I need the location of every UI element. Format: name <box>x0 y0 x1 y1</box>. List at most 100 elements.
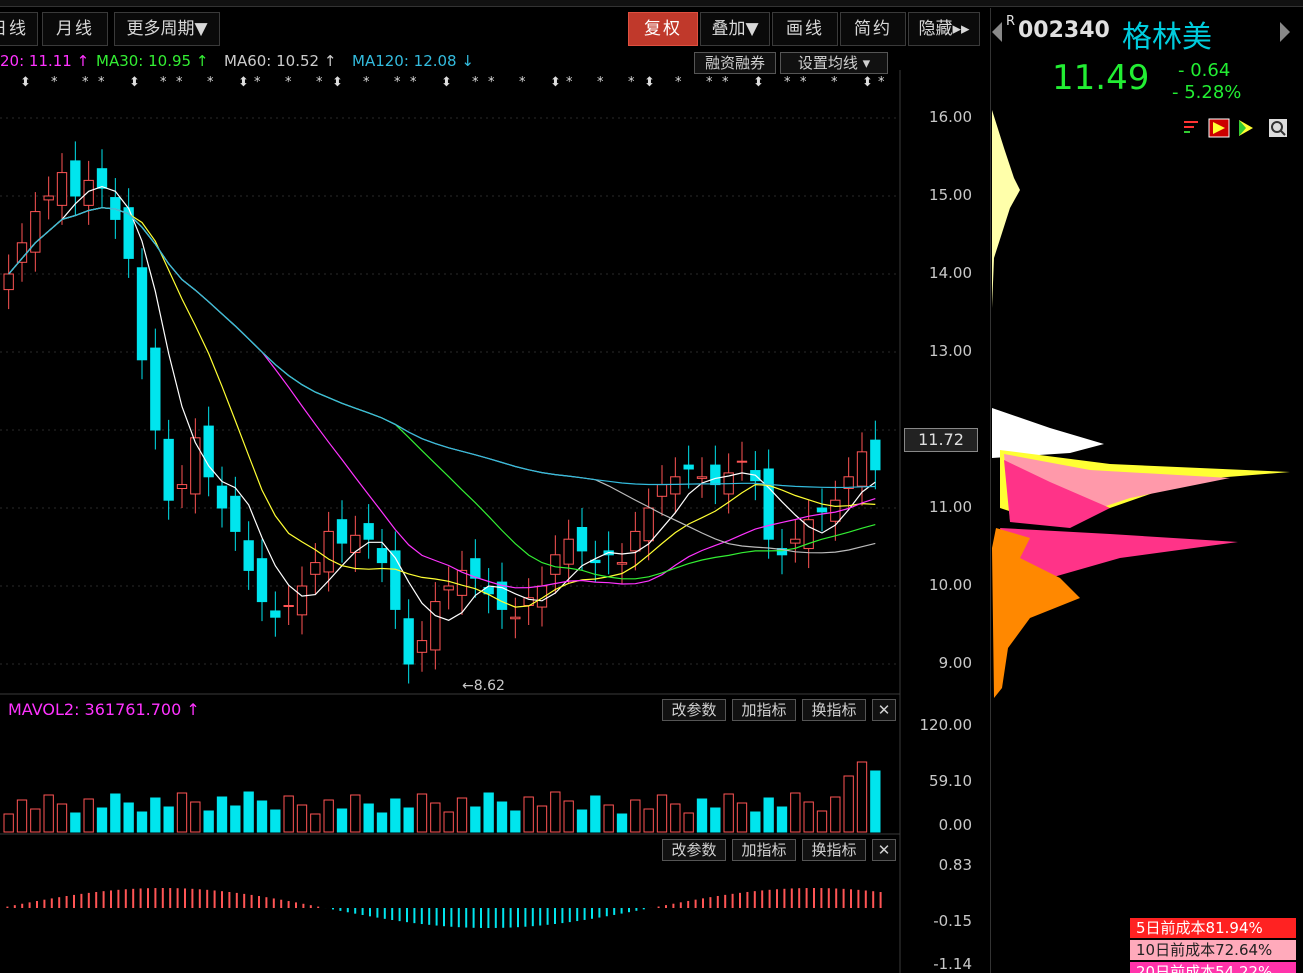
signal-mark: * <box>410 75 417 90</box>
next-stock-icon[interactable] <box>1280 22 1290 42</box>
signal-mark: * <box>800 75 807 90</box>
stock-code: 002340 <box>1018 18 1110 43</box>
candle-body <box>3 273 14 291</box>
candle-body <box>176 484 188 490</box>
signal-mark: ⬍ <box>238 75 249 90</box>
signal-mark: * <box>316 75 323 90</box>
candle-body <box>56 172 68 206</box>
price-tick-label: 11.00 <box>929 498 972 516</box>
candle-body <box>43 195 54 201</box>
signal-mark: * <box>784 75 791 90</box>
candle-body <box>710 464 721 486</box>
restore-rights-button[interactable]: 复权 <box>628 12 698 46</box>
volume-bar <box>590 795 601 833</box>
candle-body <box>696 476 708 479</box>
signal-mark: ⬍ <box>441 75 452 90</box>
price-tick-label: 16.00 <box>929 108 972 126</box>
hide-panel-button[interactable]: 隐藏▸▸ <box>908 12 980 46</box>
volume-bar <box>616 813 628 833</box>
volume-bar <box>216 796 228 833</box>
volume-bar <box>96 807 108 833</box>
macd-tick: -0.15 <box>933 912 972 930</box>
candle-body <box>96 168 108 189</box>
volume-bar <box>830 796 841 833</box>
candle-body <box>363 523 374 540</box>
signal-mark: * <box>363 75 370 90</box>
volume-bar <box>870 770 881 833</box>
draw-line-button[interactable]: 画线 <box>772 12 838 46</box>
volume-bar <box>323 799 334 833</box>
signal-marks-row: ⬍ * * * ⬍ * * * ⬍ * * * ⬍ * * * ⬍ * * * ⬍ * * * ⬍ * * * ⬍ * * * ⬍ * <box>20 75 885 90</box>
vol-params-button[interactable]: 改参数 <box>662 699 726 721</box>
volume-bar <box>643 808 654 833</box>
candle-body <box>336 519 348 544</box>
price-tick-label: 15.00 <box>929 186 972 204</box>
vol-close-button[interactable]: ✕ <box>872 699 896 721</box>
volume-bar <box>136 811 148 833</box>
price-tick-label: 13.00 <box>929 342 972 360</box>
low-price-label: ←8.62 <box>462 678 505 694</box>
signal-mark: ⬍ <box>20 75 31 90</box>
more-periods-dropdown[interactable]: 更多周期▼ <box>114 12 220 46</box>
day-line-button[interactable]: 日线 <box>0 12 38 46</box>
prev-stock-icon[interactable] <box>992 22 1002 42</box>
month-line-button[interactable]: 月线 <box>42 12 108 46</box>
volume-bar <box>576 809 588 833</box>
rights-flag: R <box>1006 14 1016 29</box>
candlestick-chart[interactable]: ⬍ * * * ⬍ * * * ⬍ * * * ⬍ * * * ⬍ * * * ⬍ * * * ⬍ * * * ⬍ * * * ⬍ * <box>0 70 990 973</box>
volume-bar <box>163 806 174 833</box>
overlay-dropdown[interactable]: 叠加▼ <box>700 12 770 46</box>
candle-body <box>216 485 228 509</box>
signal-mark: * <box>566 75 573 90</box>
price-tick-label: 9.00 <box>938 654 972 672</box>
macd-add-indicator-button[interactable]: 加指标 <box>732 839 796 861</box>
volume-bar <box>763 797 774 833</box>
vol-add-indicator-button[interactable]: 加指标 <box>732 699 796 721</box>
candle-body <box>136 267 148 361</box>
ma120-value: MA120: 12.08 ↓ <box>352 52 474 70</box>
signal-mark: * <box>176 75 183 90</box>
candle-body <box>150 347 161 431</box>
volume-bar <box>403 807 414 833</box>
signal-mark: * <box>82 75 89 90</box>
volume-bar <box>123 802 134 833</box>
volume-bar <box>696 798 708 833</box>
ma60-line <box>8 207 876 554</box>
macd-params-button[interactable]: 改参数 <box>662 839 726 861</box>
candles-group <box>3 141 881 684</box>
macd-close-button[interactable]: ✕ <box>872 839 896 861</box>
volume-bar <box>376 812 388 833</box>
candle-body <box>683 464 694 470</box>
volume-bar <box>176 792 188 833</box>
candle-body <box>616 562 628 565</box>
candle-body <box>456 569 468 596</box>
signal-mark: * <box>254 75 261 90</box>
macd-switch-indicator-button[interactable]: 换指标 <box>802 839 866 861</box>
candle-body <box>270 610 281 618</box>
signal-mark: * <box>706 75 713 90</box>
stock-name: 格林美 <box>1122 20 1212 55</box>
volume-bar <box>816 810 828 833</box>
candle-body <box>443 585 454 591</box>
simple-mode-button[interactable]: 简约 <box>840 12 906 46</box>
signal-mark: ⬍ <box>332 75 343 90</box>
signal-mark: * <box>285 75 292 90</box>
volume-bar <box>390 798 401 833</box>
candle-body <box>70 160 81 197</box>
volume-bar <box>603 804 614 833</box>
vol-switch-indicator-button[interactable]: 换指标 <box>802 699 866 721</box>
signal-mark: ⬍ <box>862 75 873 90</box>
cost-20day: 20日前成本54.22% <box>1130 962 1296 973</box>
volume-bar <box>256 800 268 833</box>
candle-body <box>430 601 441 651</box>
volume-bar <box>3 813 14 833</box>
candle-body <box>416 640 428 653</box>
volume-bar <box>416 793 428 833</box>
volume-bar <box>296 804 308 833</box>
candle-body <box>283 605 294 607</box>
candle-body <box>243 540 254 571</box>
volume-bar <box>456 797 468 833</box>
volume-bar <box>83 798 94 833</box>
signal-mark: * <box>831 75 838 90</box>
signal-mark: ⬍ <box>550 75 561 90</box>
